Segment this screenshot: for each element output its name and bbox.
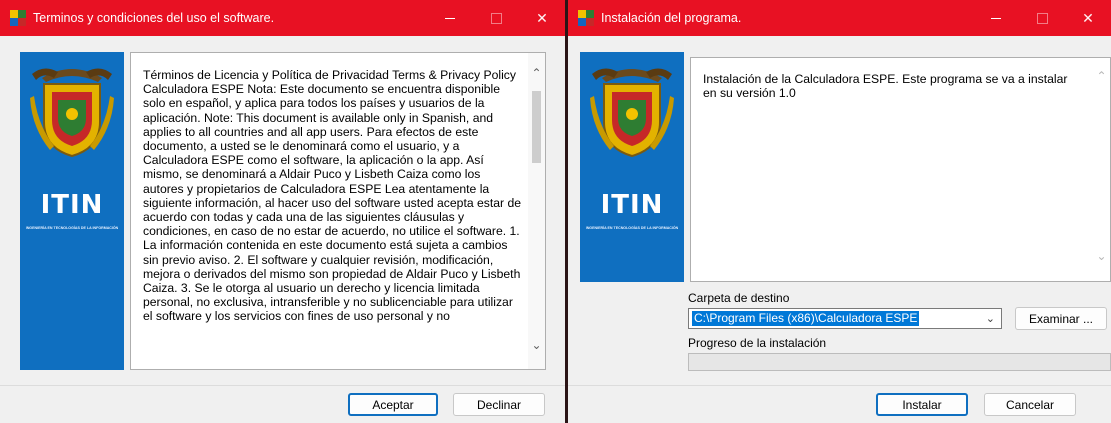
destination-label: Carpeta de destino bbox=[688, 291, 790, 305]
install-footer: Instalar Cancelar bbox=[568, 385, 1111, 423]
maximize-button[interactable] bbox=[1019, 0, 1065, 36]
maximize-button[interactable] bbox=[473, 0, 519, 36]
close-button[interactable]: ✕ bbox=[519, 0, 565, 36]
progress-label: Progreso de la instalación bbox=[688, 336, 827, 350]
license-window: Terminos y condiciones del uso el softwa… bbox=[0, 0, 565, 423]
install-button[interactable]: Instalar bbox=[876, 393, 968, 416]
maximize-icon bbox=[1036, 12, 1048, 24]
accept-button[interactable]: Aceptar bbox=[348, 393, 438, 416]
license-titlebar[interactable]: Terminos y condiciones del uso el softwa… bbox=[0, 0, 565, 36]
window-title: Instalación del programa. bbox=[601, 11, 742, 25]
install-info-text: Instalación de la Calculadora ESPE. Este… bbox=[703, 72, 1068, 101]
app-icon bbox=[10, 10, 26, 26]
install-titlebar[interactable]: Instalación del programa. ✕ bbox=[568, 0, 1111, 36]
window-title: Terminos y condiciones del uso el softwa… bbox=[33, 11, 275, 25]
maximize-icon bbox=[490, 12, 502, 24]
minimize-icon bbox=[445, 17, 455, 19]
logo-panel: ITIN INGENIERÍA EN TECNOLOGÍAS DE LA INF… bbox=[20, 52, 124, 370]
license-text: Términos de Licencia y Política de Priva… bbox=[143, 68, 522, 324]
destination-combobox[interactable]: C:\Program Files (x86)\Calculadora ESPE … bbox=[688, 308, 1002, 329]
scroll-thumb[interactable] bbox=[532, 91, 541, 163]
browse-button[interactable]: Examinar ... bbox=[1015, 307, 1107, 330]
minimize-icon bbox=[991, 17, 1001, 19]
install-progress-bar bbox=[688, 353, 1111, 371]
shield-logo-icon bbox=[30, 68, 114, 158]
minimize-button[interactable] bbox=[973, 0, 1019, 36]
chevron-down-icon[interactable]: ⌄ bbox=[986, 312, 995, 325]
close-icon: ✕ bbox=[536, 9, 548, 26]
install-window: Instalación del programa. ✕ ITIN INGENIE… bbox=[568, 0, 1111, 423]
license-textbox[interactable]: Términos de Licencia y Política de Priva… bbox=[130, 52, 546, 370]
scroll-up-icon[interactable]: ⌃ bbox=[1093, 64, 1110, 88]
shield-logo-icon bbox=[590, 68, 674, 158]
app-icon bbox=[578, 10, 594, 26]
close-icon: ✕ bbox=[1082, 9, 1094, 26]
destination-value: C:\Program Files (x86)\Calculadora ESPE bbox=[692, 311, 920, 326]
scroll-down-icon[interactable]: ⌄ bbox=[528, 333, 545, 357]
install-info-textbox[interactable]: Instalación de la Calculadora ESPE. Este… bbox=[690, 57, 1111, 282]
decline-button[interactable]: Declinar bbox=[453, 393, 545, 416]
logo-panel: ITIN INGENIERÍA EN TECNOLOGÍAS DE LA INF… bbox=[580, 52, 684, 282]
scroll-down-icon[interactable]: ⌄ bbox=[1093, 244, 1110, 268]
license-scrollbar[interactable]: ⌃ ⌄ bbox=[528, 53, 545, 369]
license-footer: Aceptar Declinar bbox=[0, 385, 565, 423]
cancel-button[interactable]: Cancelar bbox=[984, 393, 1076, 416]
scroll-up-icon[interactable]: ⌃ bbox=[528, 61, 545, 85]
close-button[interactable]: ✕ bbox=[1065, 0, 1111, 36]
itin-logo-text: ITIN bbox=[40, 190, 104, 220]
itin-logo-subtext: INGENIERÍA EN TECNOLOGÍAS DE LA INFORMAC… bbox=[585, 226, 679, 230]
itin-logo-subtext: INGENIERÍA EN TECNOLOGÍAS DE LA INFORMAC… bbox=[25, 226, 119, 230]
minimize-button[interactable] bbox=[427, 0, 473, 36]
itin-logo-text: ITIN bbox=[600, 190, 664, 220]
info-scrollbar[interactable]: ⌃ ⌄ bbox=[1093, 58, 1110, 281]
